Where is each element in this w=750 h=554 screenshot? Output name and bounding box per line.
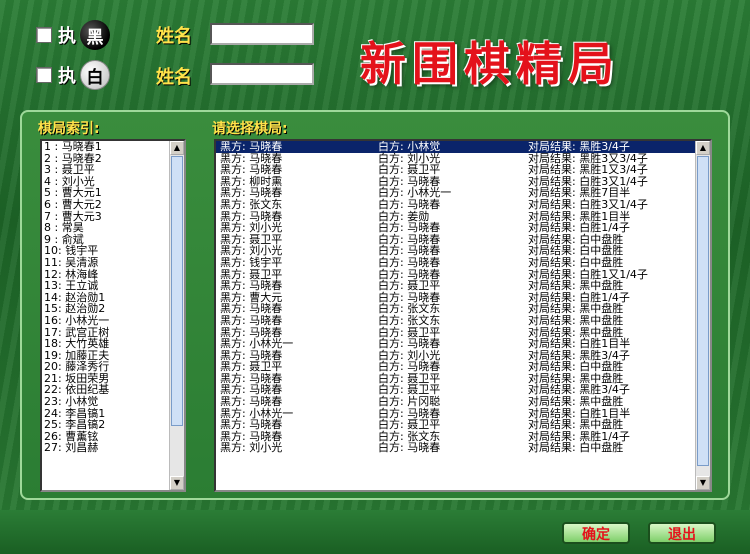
game-list-row[interactable]: 黑方: 马晓春 白方: 聂卫平 对局结果: 黑中盘胜 [216, 419, 710, 431]
game-list-row[interactable]: 黑方: 马晓春 白方: 刘小光 对局结果: 黑胜3/4子 [216, 350, 710, 362]
index-scrollbar[interactable]: ▲ ▼ [169, 141, 184, 490]
game-list-row[interactable]: 黑方: 曹大元 白方: 马晓春 对局结果: 白胜1/4子 [216, 292, 710, 304]
game-black-cell: 黑方: 刘小光 [220, 441, 283, 455]
game-black-cell: 黑方: 马晓春 [220, 140, 283, 153]
game-white-cell: 白方: 聂卫平 [378, 279, 441, 293]
game-list-row[interactable]: 黑方: 刘小光 白方: 马晓春 对局结果: 白中盘胜 [216, 442, 710, 454]
index-list-item[interactable]: 16: 小林光一 [42, 315, 184, 327]
game-list-row[interactable]: 黑方: 张文东 白方: 马晓春 对局结果: 白胜3又1/4子 [216, 199, 710, 211]
game-black-cell: 黑方: 钱宇平 [220, 255, 283, 269]
index-list-item[interactable]: 1 : 马晓春1 [42, 141, 184, 153]
index-label: 棋局索引: [38, 121, 100, 137]
index-items: 1 : 马晓春1 2 : 马晓春2 3 : 聂卫平 4 : 刘小光 5 : 曹大元1 6 … [42, 141, 184, 454]
white-stone-label: 白 [86, 67, 104, 88]
game-black-cell: 黑方: 马晓春 [220, 313, 283, 327]
game-white-cell: 白方: 张文东 [378, 313, 441, 327]
game-black-cell: 黑方: 马晓春 [220, 395, 283, 409]
game-white-cell: 白方: 马晓春 [378, 255, 441, 269]
game-list-row[interactable]: 黑方: 马晓春 白方: 聂卫平 对局结果: 黑胜3/4子 [216, 384, 710, 396]
black-player-row: 执 黑 [36, 20, 110, 50]
game-list-row[interactable]: 黑方: 马晓春 白方: 片冈聪 对局结果: 黑中盘胜 [216, 396, 710, 408]
game-items: 黑方: 马晓春 白方: 小林觉 对局结果: 黑胜3/4子黑方: 马晓春 白方: 刘小光… [216, 141, 710, 454]
game-result-cell: 对局结果: 白胜3又1/4子 [528, 197, 648, 211]
game-black-cell: 黑方: 小林光一 [220, 337, 294, 351]
index-scroll-down-icon[interactable]: ▼ [170, 476, 184, 490]
game-list-row[interactable]: 黑方: 刘小光 白方: 马晓春 对局结果: 白中盘胜 [216, 245, 710, 257]
black-name-input[interactable] [210, 23, 314, 45]
game-list-row[interactable]: 黑方: 聂卫平 白方: 马晓春 对局结果: 白胜1又1/4子 [216, 268, 710, 281]
white-stone-icon: 白 [80, 60, 110, 90]
index-list-item[interactable]: 23: 小林觉 [42, 396, 184, 408]
game-result-cell: 对局结果: 黑中盘胜 [528, 279, 624, 293]
index-list-item[interactable]: 13: 王立诚 [42, 280, 184, 292]
white-hold-label: 执 [58, 66, 76, 87]
index-scroll-up-icon[interactable]: ▲ [170, 141, 184, 155]
game-list-row[interactable]: 黑方: 钱宇平 白方: 马晓春 对局结果: 白中盘胜 [216, 257, 710, 269]
game-result-cell: 对局结果: 白中盘胜 [528, 441, 624, 455]
black-hold-label: 执 [58, 26, 76, 47]
white-name-label: 姓名 [156, 67, 192, 88]
game-list-row[interactable]: 黑方: 柳时熏 白方: 马晓春 对局结果: 白胜3又1/4子 [216, 176, 710, 188]
index-list-item[interactable]: 11: 吴清源 [42, 257, 184, 269]
game-list-row[interactable]: 黑方: 马晓春 白方: 张文东 对局结果: 黑中盘胜 [216, 303, 710, 315]
game-white-cell: 白方: 马晓春 [378, 221, 441, 235]
black-player-checkbox[interactable] [36, 27, 52, 43]
games-scroll-thumb[interactable] [697, 156, 709, 466]
game-black-cell: 黑方: 刘小光 [220, 221, 283, 235]
black-stone-label: 黑 [86, 27, 104, 48]
black-stone-icon: 黑 [80, 20, 110, 50]
white-player-row: 执 白 [36, 60, 110, 90]
game-black-cell: 黑方: 张文东 [220, 197, 283, 211]
games-scroll-up-icon[interactable]: ▲ [696, 141, 710, 155]
games-scrollbar[interactable]: ▲ ▼ [695, 141, 710, 490]
game-list-row[interactable]: 黑方: 聂卫平 白方: 马晓春 对局结果: 白中盘胜 [216, 234, 710, 246]
white-name-input[interactable] [210, 63, 314, 85]
game-list-row[interactable]: 黑方: 小林光一 白方: 马晓春 对局结果: 白胜1目半 [216, 408, 710, 420]
exit-button[interactable]: 退出 [648, 522, 716, 544]
white-player-checkbox[interactable] [36, 67, 52, 83]
game-list-row[interactable]: 黑方: 马晓春 白方: 张文东 对局结果: 黑中盘胜 [216, 315, 710, 327]
game-result-cell: 对局结果: 黑胜3/4子 [528, 140, 630, 153]
app-title: 新围棋精局 [360, 37, 620, 91]
game-list-row[interactable]: 黑方: 马晓春 白方: 姜勋 对局结果: 黑胜1目半 [216, 210, 710, 223]
game-black-cell: 黑方: 马晓春 [220, 279, 283, 293]
index-list-item[interactable]: 6 : 曹大元2 [42, 199, 184, 211]
game-result-cell: 对局结果: 黑中盘胜 [528, 313, 624, 327]
index-list-item[interactable]: 18: 大竹英雄 [42, 338, 184, 350]
game-list-row[interactable]: 黑方: 聂卫平 白方: 马晓春 对局结果: 白中盘胜 [216, 361, 710, 373]
index-list-item[interactable]: 8 : 常昊 [42, 222, 184, 234]
game-white-cell: 白方: 小林觉 [378, 140, 441, 153]
game-list-row[interactable]: 黑方: 小林光一 白方: 马晓春 对局结果: 白胜1目半 [216, 338, 710, 350]
game-list-row[interactable]: 黑方: 马晓春 白方: 聂卫平 对局结果: 黑中盘胜 [216, 280, 710, 292]
game-result-cell: 对局结果: 白胜1/4子 [528, 221, 630, 235]
game-result-cell: 对局结果: 白胜1目半 [528, 337, 631, 351]
bottom-bar [0, 510, 750, 554]
index-scroll-thumb[interactable] [171, 156, 183, 426]
game-list-row[interactable]: 黑方: 马晓春 白方: 张文东 对局结果: 黑胜1/4子 [216, 431, 710, 443]
black-name-label: 姓名 [156, 26, 192, 47]
game-result-cell: 对局结果: 黑中盘胜 [528, 395, 624, 409]
game-list-row[interactable]: 黑方: 刘小光 白方: 马晓春 对局结果: 白胜1/4子 [216, 222, 710, 234]
game-result-cell: 对局结果: 白中盘胜 [528, 255, 624, 269]
game-white-cell: 白方: 马晓春 [378, 337, 441, 351]
index-listbox[interactable]: 1 : 马晓春1 2 : 马晓春2 3 : 聂卫平 4 : 刘小光 5 : 曹大元1 6 … [40, 139, 186, 492]
index-list-item[interactable]: 27: 刘昌赫 [42, 442, 184, 454]
app-window: 执 黑 姓名 执 白 姓名 新围棋精局 棋局索引: 请选择棋局: 1 : 马晓春… [0, 0, 750, 554]
ok-button[interactable]: 确定 [562, 522, 630, 544]
games-scroll-down-icon[interactable]: ▼ [696, 476, 710, 490]
games-listbox[interactable]: 黑方: 马晓春 白方: 小林觉 对局结果: 黑胜3/4子黑方: 马晓春 白方: 刘小光… [214, 139, 712, 492]
games-label: 请选择棋局: [212, 121, 288, 137]
game-list-row[interactable]: 黑方: 马晓春 白方: 聂卫平 对局结果: 黑中盘胜 [216, 373, 710, 385]
game-white-cell: 白方: 马晓春 [378, 197, 441, 211]
game-white-cell: 白方: 片冈聪 [378, 395, 441, 409]
game-white-cell: 白方: 马晓春 [378, 441, 441, 455]
game-list-row[interactable]: 黑方: 马晓春 白方: 小林觉 对局结果: 黑胜3/4子 [216, 141, 710, 153]
